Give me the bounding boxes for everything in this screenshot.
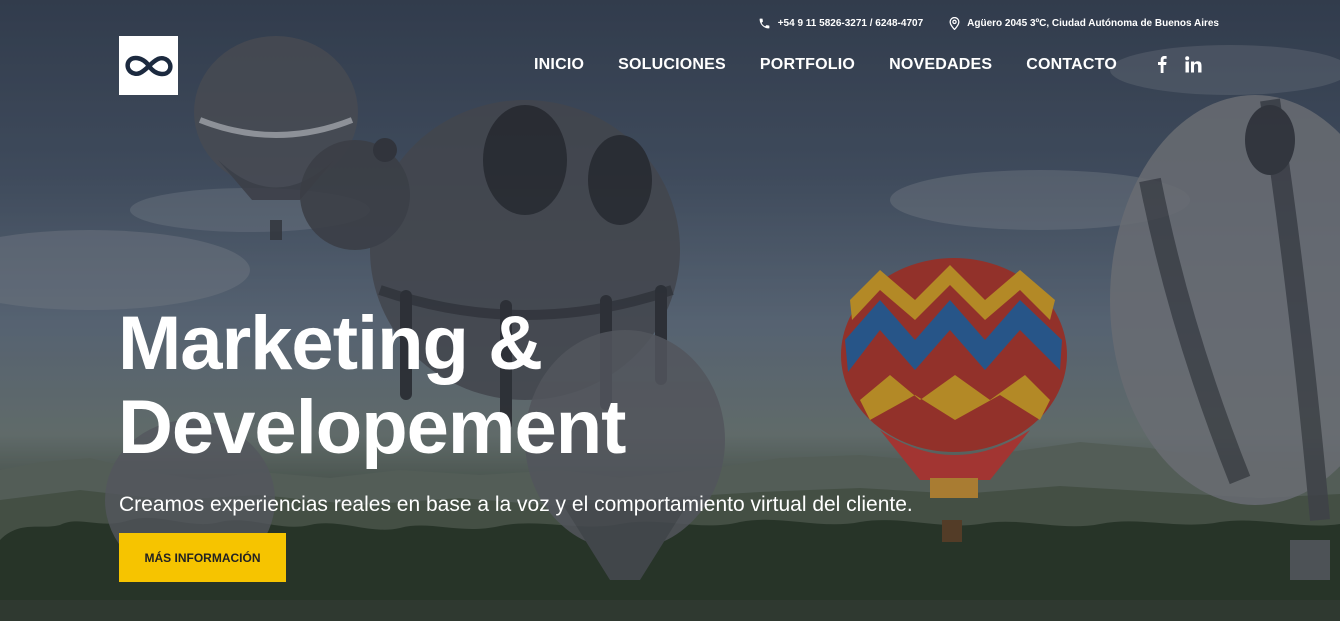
more-info-button[interactable]: MÁS INFORMACIÓN bbox=[119, 533, 286, 582]
hero-title-line1: Marketing & bbox=[118, 301, 543, 386]
location-pin-icon bbox=[949, 17, 960, 30]
hero-section: +54 9 11 5826-3271 / 6248-4707 Agüero 20… bbox=[0, 0, 1340, 621]
top-info-bar: +54 9 11 5826-3271 / 6248-4707 Agüero 20… bbox=[758, 17, 1219, 30]
nav-item-soluciones[interactable]: SOLUCIONES bbox=[618, 56, 726, 74]
address-contact: Agüero 2045 3ºC, Ciudad Autónoma de Buen… bbox=[949, 17, 1219, 30]
nav-item-inicio[interactable]: INICIO bbox=[534, 56, 584, 74]
main-nav: INICIO SOLUCIONES PORTFOLIO NOVEDADES CO… bbox=[534, 56, 1117, 74]
facebook-icon[interactable] bbox=[1157, 55, 1167, 78]
nav-item-contacto[interactable]: CONTACTO bbox=[1026, 56, 1117, 74]
hero-title-line2: Developement bbox=[118, 385, 626, 470]
phone-text: +54 9 11 5826-3271 / 6248-4707 bbox=[777, 18, 924, 29]
address-text: Agüero 2045 3ºC, Ciudad Autónoma de Buen… bbox=[967, 18, 1219, 29]
nav-item-portfolio[interactable]: PORTFOLIO bbox=[760, 56, 855, 74]
hero-subtitle: Creamos experiencias reales en base a la… bbox=[119, 493, 913, 516]
hero-title: Marketing & Developement bbox=[118, 302, 626, 470]
phone-icon bbox=[759, 18, 770, 29]
nav-item-novedades[interactable]: NOVEDADES bbox=[889, 56, 992, 74]
site-logo[interactable] bbox=[119, 36, 178, 95]
infinity-logo-icon bbox=[124, 55, 173, 76]
phone-contact[interactable]: +54 9 11 5826-3271 / 6248-4707 bbox=[758, 17, 923, 30]
linkedin-icon[interactable] bbox=[1185, 55, 1202, 78]
social-links bbox=[1157, 55, 1202, 78]
